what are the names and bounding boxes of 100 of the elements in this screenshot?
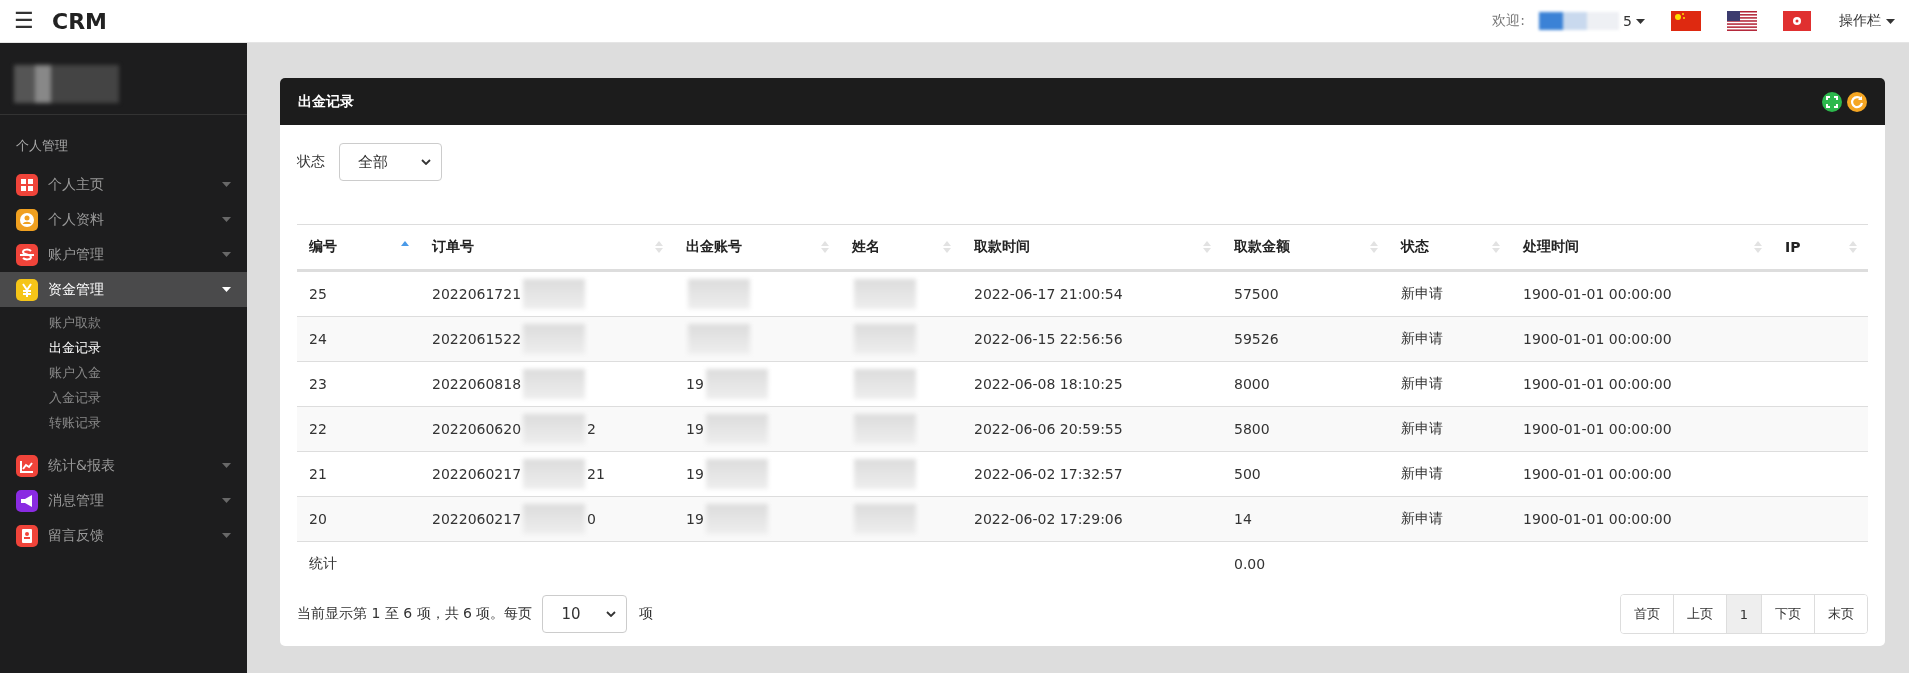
page-button[interactable]: 1 [1725,595,1761,633]
flag-icon[interactable] [1727,11,1757,31]
sort-icon[interactable] [820,240,830,254]
order-number-text: 2022061721 [432,286,522,302]
table-cell: 2022-06-08 18:10:25 [974,376,1123,392]
table-cell: 8000 [1234,376,1270,392]
chevron-icon [606,611,617,617]
account-number-text: 19 [686,466,704,482]
sort-icon[interactable] [942,240,952,254]
caret-icon [222,533,231,538]
table-cell: 1900-01-01 00:00:00 [1523,331,1672,347]
column-header[interactable]: 状态 [1401,238,1429,256]
table-cell: 2022-06-17 21:00:54 [974,286,1123,302]
sidebar-item[interactable]: 个人主页 [0,167,247,202]
page-button[interactable]: 末页 [1814,595,1867,633]
column-header[interactable]: 取款时间 [974,238,1030,256]
welcome-label: 欢迎: [1492,12,1526,30]
caret-icon [222,287,231,292]
order-number-text: 2022060818 [432,376,522,392]
submenu-item[interactable]: 转账记录 [49,413,247,432]
order-number-text: 2 [587,421,596,437]
totals-amount: 0.00 [1233,556,1266,572]
order-number-text: 2022060217 [432,466,522,482]
column-header[interactable]: 取款金额 [1234,238,1290,256]
sort-icon[interactable] [1369,240,1379,254]
toolbar-menu[interactable]: 操作栏 [1839,12,1895,30]
table-cell: 25 [309,286,327,302]
table-cell: 新申请 [1401,420,1443,438]
table-cell: 1900-01-01 00:00:00 [1523,286,1672,302]
column-header[interactable]: 编号 [309,238,337,256]
submenu-item[interactable]: 账户入金 [49,363,247,382]
table-cell: 新申请 [1401,330,1443,348]
column-header[interactable]: 出金账号 [686,238,742,256]
caret-icon [1636,18,1645,24]
table-cell: 2022-06-15 22:56:56 [974,331,1123,347]
submenu-item[interactable]: 入金记录 [49,388,247,407]
table-cell: 1900-01-01 00:00:00 [1523,421,1672,437]
order-number-text: 2022060620 [432,421,522,437]
section-heading: 个人管理 [15,137,69,155]
table-cell: 新申请 [1401,285,1443,303]
sidebar-item[interactable]: 留言反馈 [0,518,247,553]
order-number-text: 2022061522 [432,331,522,347]
table-cell: 5800 [1234,421,1270,437]
page-size-select[interactable]: 10 [542,595,628,633]
sidebar-item[interactable]: 个人资料 [0,202,247,237]
table-cell: 21 [309,466,327,482]
table-cell: 2022-06-02 17:29:06 [974,511,1123,527]
sort-icon[interactable] [654,240,664,254]
order-number-text: 0 [587,511,596,527]
order-number-text: 21 [587,466,605,482]
table-cell: 500 [1234,466,1261,482]
column-header[interactable]: 订单号 [432,238,474,256]
table-cell: 14 [1234,511,1252,527]
table-cell: 20 [309,511,327,527]
table-cell: 24 [309,331,327,347]
table-cell: 新申请 [1401,375,1443,393]
table-cell: 57500 [1234,286,1279,302]
status-select[interactable]: 全部 [339,143,442,181]
caret-icon [222,217,231,222]
flag-icon[interactable] [1783,11,1811,31]
account-number-text: 19 [686,511,704,527]
sidebar-item[interactable]: 消息管理 [0,483,247,518]
table-cell: 2022-06-06 20:59:55 [974,421,1123,437]
table-cell: 23 [309,376,327,392]
pagination-info: 当前显示第 1 至 6 项，共 6 项。每页 [297,605,533,623]
fullscreen-icon[interactable] [1822,91,1842,112]
table-cell: 新申请 [1401,465,1443,483]
refresh-icon[interactable] [1847,91,1867,112]
account-number-text: 19 [686,421,704,437]
sort-icon[interactable] [1753,240,1763,254]
account-number-text: 19 [686,376,704,392]
table-cell: 1900-01-01 00:00:00 [1523,511,1672,527]
table-cell: 新申请 [1401,510,1443,528]
order-number-text: 2022060217 [432,511,522,527]
table-cell: 2022-06-02 17:32:57 [974,466,1123,482]
column-header[interactable]: 处理时间 [1523,238,1579,256]
caret-icon [1886,18,1895,24]
sidebar-item[interactable]: 资金管理 [0,272,247,307]
column-header[interactable]: 姓名 [852,238,880,256]
chevron-icon [421,159,431,165]
sidebar-item[interactable]: 统计&报表 [0,448,247,483]
table-cell: 22 [309,421,327,437]
menu-button[interactable]: ☰ [14,8,34,34]
submenu-item[interactable]: 账户取款 [49,313,247,332]
brand-title: CRM [52,8,107,34]
sidebar-item[interactable]: 账户管理 [0,237,247,272]
sort-icon[interactable] [1848,240,1858,254]
caret-icon [222,182,231,187]
totals-label: 统计 [309,555,338,573]
table-cell: 59526 [1234,331,1279,347]
column-header[interactable]: IP [1785,239,1801,255]
sort-icon[interactable] [1491,240,1501,254]
sort-icon[interactable] [1202,240,1212,254]
username: 5 [1623,13,1632,29]
caret-icon [222,252,231,257]
caret-icon [222,498,231,503]
caret-icon [222,463,231,468]
panel-title: 出金记录 [298,92,355,111]
submenu-item[interactable]: 出金记录 [49,338,247,357]
page-size-unit: 项 [639,605,654,623]
